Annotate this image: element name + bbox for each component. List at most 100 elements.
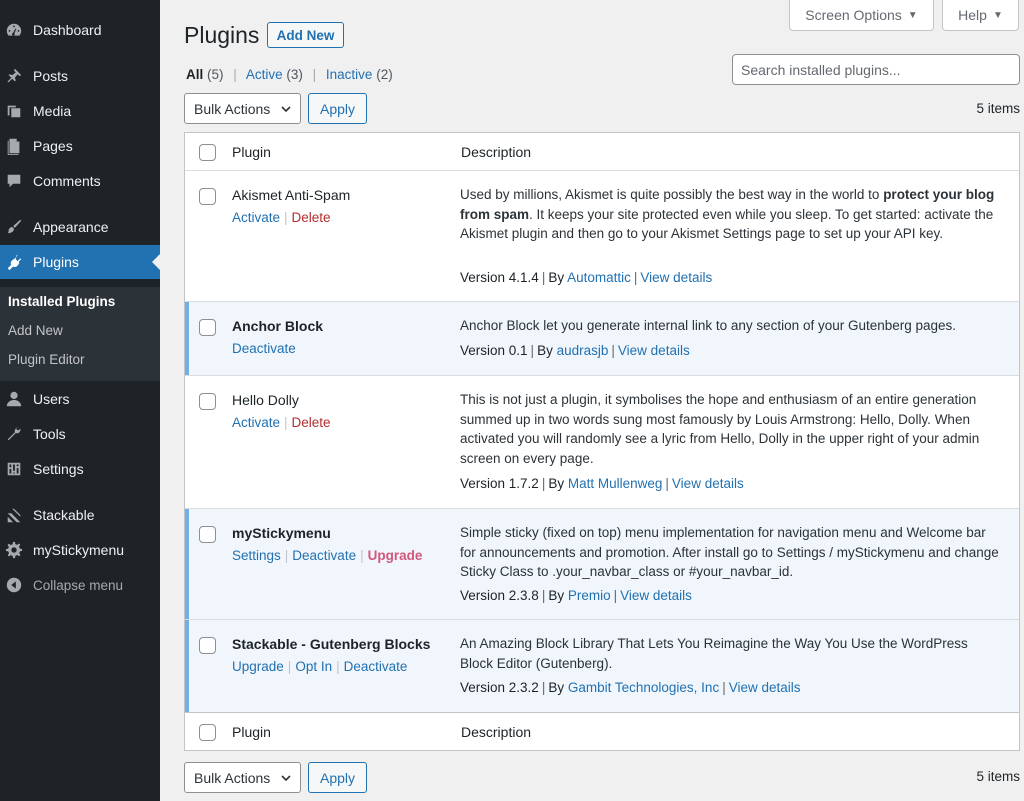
bulk-actions-label: Bulk Actions [194,100,271,117]
help-label: Help [958,7,987,23]
screen-options-label: Screen Options [805,7,902,23]
menu-item-mystickymenu[interactable]: myStickymenu [0,533,160,567]
plugin-version: Version 4.1.4 [460,270,539,285]
table-row: myStickymenu Settings | Deactivate | Upgrade… [185,508,1019,619]
opt-in-link[interactable]: Opt In [295,659,332,674]
media-icon [4,101,24,121]
author-link[interactable]: Automattic [567,270,631,285]
bulk-actions-select[interactable]: Bulk Actions [184,93,301,124]
select-all-checkbox[interactable] [199,724,216,741]
menu-item-users[interactable]: Users [0,382,160,416]
action-separator: | [360,548,364,563]
action-separator: | [284,210,288,225]
collapse-menu-button[interactable]: Collapse menu [0,568,160,602]
menu-item-stackable[interactable]: Stackable [0,498,160,532]
menu-item-dashboard[interactable]: Dashboard [0,13,160,47]
admin-sidebar: Dashboard Posts Media Pages Comments App… [0,0,160,801]
delete-link[interactable]: Delete [292,415,331,430]
menu-label: Media [33,103,72,119]
table-footer: Plugin Description [185,712,1019,750]
plugin-name: myStickymenu [232,525,331,541]
plugin-meta: Version 2.3.8 | By Premio | View details [460,588,692,603]
description-text: Anchor Block let you generate internal l… [460,318,957,333]
bulk-actions-select-bottom[interactable]: Bulk Actions [184,762,301,793]
author-link[interactable]: Gambit Technologies, Inc [568,680,719,695]
menu-item-media[interactable]: Media [0,94,160,128]
row-checkbox[interactable] [199,526,216,543]
chevron-down-icon [281,775,291,782]
deactivate-link[interactable]: Deactivate [232,341,296,356]
menu-item-pages[interactable]: Pages [0,129,160,163]
view-details-link[interactable]: View details [729,680,801,695]
upgrade-link[interactable]: Upgrade [368,548,423,563]
row-actions: Deactivate [232,341,296,356]
row-checkbox[interactable] [199,319,216,336]
plugins-submenu: Installed Plugins Add New Plugin Editor [0,287,160,381]
menu-item-settings[interactable]: Settings [0,452,160,486]
view-details-link[interactable]: View details [620,588,692,603]
menu-label: Users [33,391,70,407]
chevron-down-icon [281,106,291,113]
upgrade-link[interactable]: Upgrade [232,659,284,674]
author-link[interactable]: Premio [568,588,611,603]
apply-button[interactable]: Apply [308,93,367,124]
comments-icon [4,171,24,191]
filter-inactive-count: (2) [376,67,393,82]
row-checkbox[interactable] [199,393,216,410]
apply-button-bottom[interactable]: Apply [308,762,367,793]
filter-all[interactable]: All [186,67,203,82]
menu-label: Stackable [33,507,95,523]
submenu-add-new[interactable]: Add New [8,323,63,338]
settings-link[interactable]: Settings [232,548,281,563]
menu-label: myStickymenu [33,542,125,558]
help-button[interactable]: Help ▼ [942,0,1019,31]
dashboard-icon [4,20,24,40]
meta-separator: | [665,476,669,491]
menu-item-plugins[interactable]: Plugins [0,245,160,279]
menu-item-appearance[interactable]: Appearance [0,210,160,244]
meta-separator: | [633,270,638,285]
select-all-checkbox[interactable] [199,144,216,161]
column-plugin[interactable]: Plugin [232,724,271,740]
users-icon [4,389,24,409]
menu-item-comments[interactable]: Comments [0,164,160,198]
column-description: Description [461,724,532,740]
menu-label: Collapse menu [33,577,124,593]
deactivate-link[interactable]: Deactivate [292,548,356,563]
row-actions: Upgrade | Opt In | Deactivate [232,659,407,674]
pin-icon [4,66,24,86]
screen-options-button[interactable]: Screen Options ▼ [789,0,934,31]
submenu-installed-plugins[interactable]: Installed Plugins [8,294,115,309]
view-details-link[interactable]: View details [640,270,712,285]
plugin-name: Hello Dolly [232,392,299,408]
table-row: Akismet Anti-Spam Activate | Delete Used b… [185,170,1019,301]
settings-icon [4,459,24,479]
activate-link[interactable]: Activate [232,210,280,225]
view-details-link[interactable]: View details [672,476,744,491]
search-plugins-input[interactable] [732,54,1020,85]
description-text: Simple sticky (fixed on top) menu implem… [460,525,999,579]
filter-inactive[interactable]: Inactive [326,67,373,82]
plugin-version: Version 0.1 [460,343,528,358]
view-details-link[interactable]: View details [618,343,690,358]
submenu-plugin-editor[interactable]: Plugin Editor [8,352,85,367]
filter-active[interactable]: Active [246,67,283,82]
menu-item-tools[interactable]: Tools [0,417,160,451]
description-text: An Amazing Block Library That Lets You R… [460,636,968,671]
meta-separator: | [541,680,546,695]
plugin-description: This is not just a plugin, it symbolises… [460,390,1000,468]
by-label: By [537,343,553,358]
plugin-meta: Version 1.7.2 | By Matt Mullenweg | View det… [460,476,744,491]
add-new-button[interactable]: Add New [267,22,344,48]
row-checkbox[interactable] [199,637,216,654]
author-link[interactable]: audrasjb [557,343,609,358]
wrench-icon [4,424,24,444]
row-checkbox[interactable] [199,188,216,205]
author-link[interactable]: Matt Mullenweg [568,476,663,491]
delete-link[interactable]: Delete [292,210,331,225]
description-text: . It keeps your site protected even whil… [460,206,994,242]
deactivate-link[interactable]: Deactivate [344,659,408,674]
column-plugin[interactable]: Plugin [232,144,271,160]
menu-item-posts[interactable]: Posts [0,59,160,93]
activate-link[interactable]: Activate [232,415,280,430]
